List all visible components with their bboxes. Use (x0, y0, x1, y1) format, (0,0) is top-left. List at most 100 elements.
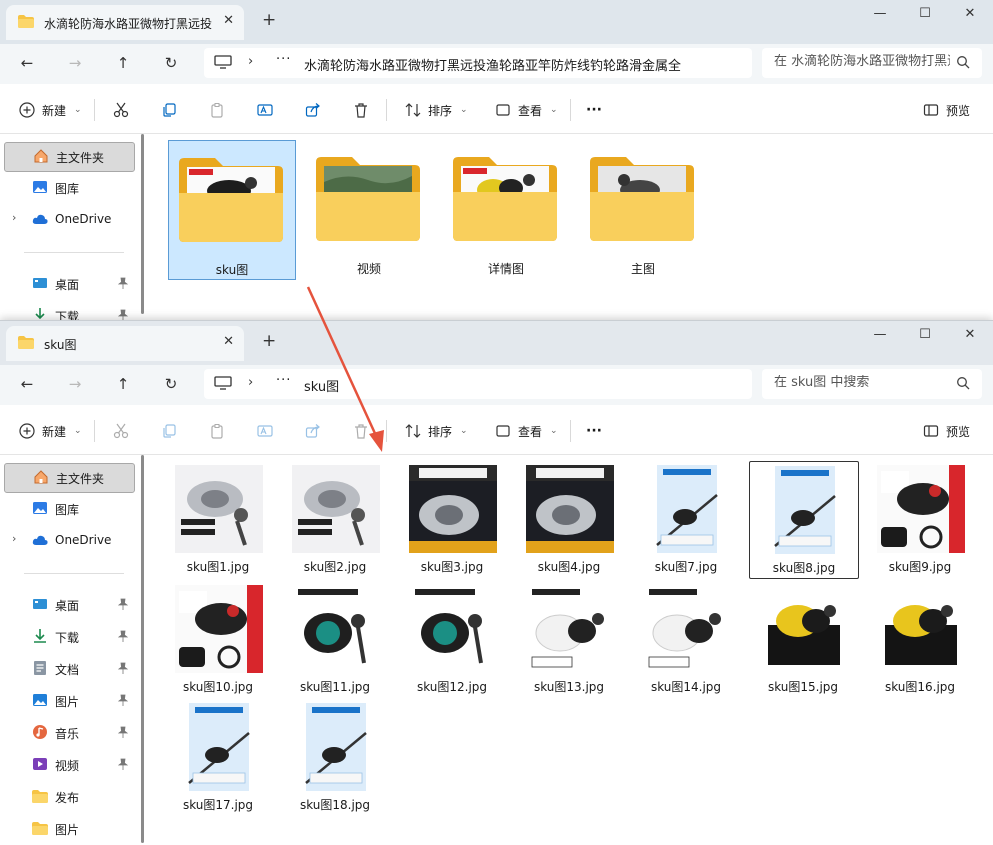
sidebar-item-music[interactable]: 音乐 (4, 719, 133, 747)
image-thumbnail (877, 465, 965, 553)
sidebar-item-home[interactable]: 主文件夹 (4, 142, 135, 172)
folder-item[interactable]: sku图 (168, 140, 296, 280)
sort-button[interactable]: 排序 ⌄ (404, 420, 468, 442)
search-input[interactable] (774, 54, 950, 69)
file-item[interactable]: sku图17.jpg (164, 699, 272, 815)
sort-button[interactable]: 排序 ⌄ (404, 99, 468, 121)
minimize-button[interactable]: — (865, 327, 895, 342)
file-item[interactable]: sku图8.jpg (749, 461, 859, 579)
rename-button[interactable] (256, 99, 274, 121)
sidebar-item-desktop[interactable]: 桌面 (4, 591, 133, 619)
file-item[interactable]: sku图10.jpg (164, 581, 272, 697)
back-button[interactable]: ← (16, 54, 38, 72)
search-box[interactable] (762, 48, 982, 78)
refresh-button[interactable]: ↻ (160, 54, 182, 72)
delete-button[interactable] (352, 99, 370, 121)
sidebar-item-gallery[interactable]: 图库 (4, 174, 133, 202)
sidebar-item-onedrive[interactable]: › OneDrive (4, 527, 133, 555)
sidebar-item-desktop[interactable]: 桌面 (4, 270, 133, 298)
preview-pane-button[interactable]: 预览 (922, 420, 970, 442)
file-name: sku图8.jpg (772, 561, 836, 575)
chevron-right-icon[interactable]: › (12, 211, 16, 224)
new-tab-button[interactable]: + (262, 331, 276, 351)
new-button[interactable]: 新建 ⌄ (18, 420, 82, 442)
forward-button[interactable]: → (64, 375, 86, 393)
search-box[interactable] (762, 369, 982, 399)
view-button[interactable]: 查看 ⌄ (494, 420, 558, 442)
sidebar-item-gallery[interactable]: 图库 (4, 495, 133, 523)
address-bar[interactable]: › ··· 水滴轮防海水路亚微物打黑远投渔轮路亚竿防炸线钓轮路滑金属全 (204, 48, 752, 78)
sidebar-item-videos[interactable]: 视频 (4, 751, 133, 779)
sidebar-item-pictures[interactable]: 图片 (4, 687, 133, 715)
delete-button[interactable] (352, 420, 370, 442)
up-button[interactable]: ↑ (112, 54, 134, 72)
sidebar-item-pictures-folder[interactable]: 图片 (4, 815, 133, 843)
close-window-button[interactable]: ✕ (955, 327, 985, 342)
pin-icon (118, 630, 128, 642)
sidebar-item-home[interactable]: 主文件夹 (4, 463, 135, 493)
maximize-button[interactable]: ☐ (910, 6, 940, 21)
file-item[interactable]: sku图12.jpg (398, 581, 506, 697)
divider (94, 99, 95, 121)
file-item[interactable]: sku图2.jpg (281, 461, 389, 577)
file-item[interactable]: sku图11.jpg (281, 581, 389, 697)
view-button[interactable]: 查看 ⌄ (494, 99, 558, 121)
sidebar-scrollbar[interactable] (141, 134, 144, 314)
file-item[interactable]: sku图4.jpg (515, 461, 623, 577)
search-input[interactable] (774, 375, 950, 390)
refresh-button[interactable]: ↻ (160, 375, 182, 393)
forward-button[interactable]: → (64, 54, 86, 72)
copy-button[interactable] (160, 420, 178, 442)
folder-icon (32, 790, 48, 803)
file-item[interactable]: sku图16.jpg (866, 581, 974, 697)
share-button[interactable] (304, 420, 322, 442)
file-item[interactable]: sku图13.jpg (515, 581, 623, 697)
chevron-right-icon[interactable]: › (12, 532, 16, 545)
cut-button[interactable] (112, 420, 130, 442)
tab-main-folder[interactable]: 水滴轮防海水路亚微物打黑远投渔轮路亚竿防炸线钓轮路滑金属全 ✕ (6, 5, 244, 40)
maximize-button[interactable]: ☐ (910, 327, 940, 342)
up-button[interactable]: ↑ (112, 375, 134, 393)
new-tab-button[interactable]: + (262, 10, 276, 30)
more-options-button[interactable]: ··· (586, 420, 602, 442)
sidebar-item-downloads[interactable]: 下载 (4, 623, 133, 651)
preview-pane-button[interactable]: 预览 (922, 99, 970, 121)
tab-close-icon[interactable]: ✕ (223, 13, 234, 28)
sidebar-item-documents[interactable]: 文档 (4, 655, 133, 683)
file-name: sku图18.jpg (299, 798, 371, 812)
back-button[interactable]: ← (16, 375, 38, 393)
tab-close-icon[interactable]: ✕ (223, 334, 234, 349)
file-item[interactable]: sku图18.jpg (281, 699, 389, 815)
file-item[interactable]: sku图9.jpg (866, 461, 974, 577)
image-thumbnail (526, 465, 614, 553)
paste-button[interactable] (208, 420, 226, 442)
view-icon (494, 101, 512, 119)
file-item[interactable]: sku图1.jpg (164, 461, 272, 577)
address-bar[interactable]: › ··· sku图 (204, 369, 752, 399)
folder-item[interactable]: 详情图 (443, 140, 569, 278)
tab-sku-folder[interactable]: sku图 ✕ (6, 326, 244, 361)
file-item[interactable]: sku图7.jpg (632, 461, 740, 577)
path-overflow-button[interactable]: ··· (276, 373, 291, 388)
new-button[interactable]: 新建 ⌄ (18, 99, 82, 121)
folder-item[interactable]: 视频 (306, 140, 432, 278)
sidebar-scrollbar[interactable] (141, 455, 144, 843)
path-overflow-button[interactable]: ··· (276, 52, 291, 67)
share-button[interactable] (304, 99, 322, 121)
paste-button[interactable] (208, 99, 226, 121)
file-item[interactable]: sku图3.jpg (398, 461, 506, 577)
more-options-button[interactable]: ··· (586, 99, 602, 121)
sidebar-item-onedrive[interactable]: › OneDrive (4, 206, 133, 234)
folder-item[interactable]: 主图 (580, 140, 706, 278)
cut-button[interactable] (112, 99, 130, 121)
copy-button[interactable] (160, 99, 178, 121)
sidebar-item-publish[interactable]: 发布 (4, 783, 133, 811)
rename-button[interactable] (256, 420, 274, 442)
file-item[interactable]: sku图14.jpg (632, 581, 740, 697)
file-name: sku图1.jpg (186, 560, 250, 574)
folder-label: 详情图 (487, 262, 524, 276)
minimize-button[interactable]: — (865, 6, 895, 21)
file-item[interactable]: sku图15.jpg (749, 581, 857, 697)
close-window-button[interactable]: ✕ (955, 6, 985, 21)
address-bar-row: ← → ↑ ↻ › ··· sku图 (0, 365, 993, 405)
